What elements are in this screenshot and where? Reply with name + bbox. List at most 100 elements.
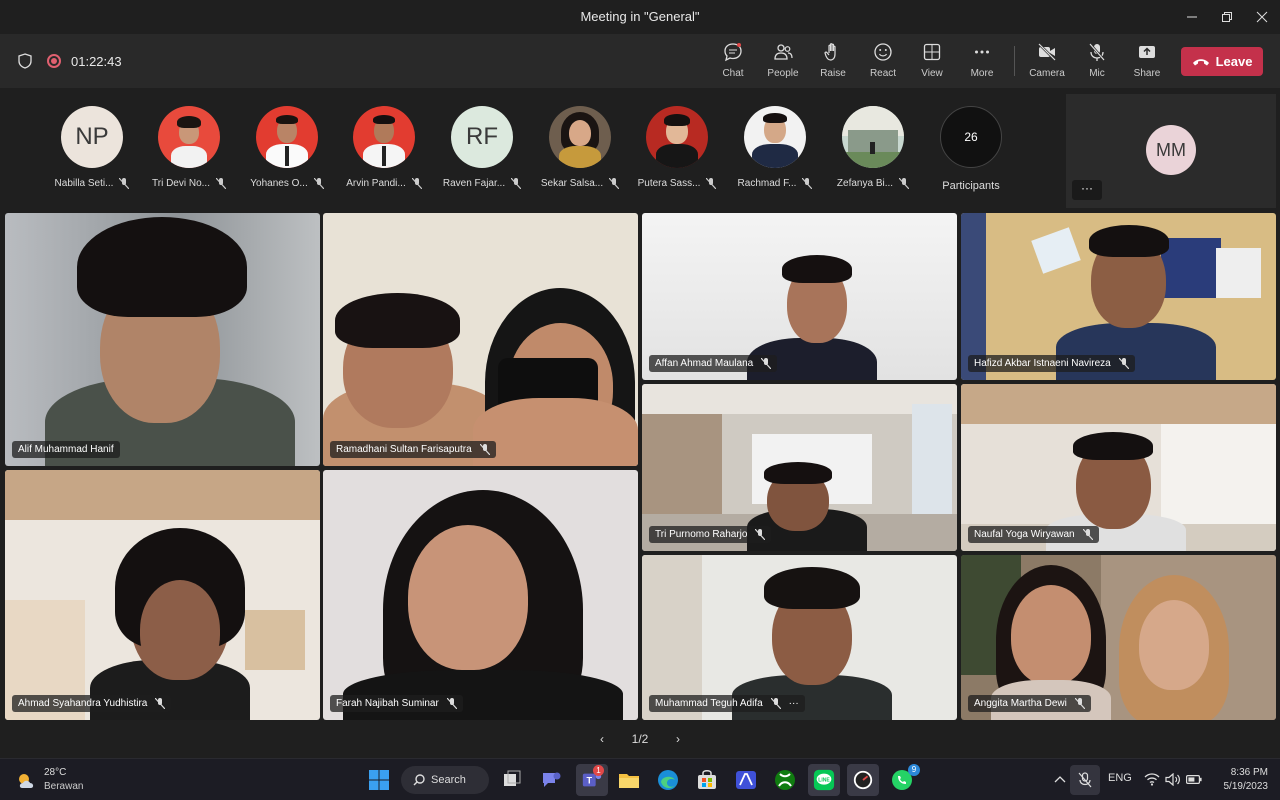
camera-button[interactable]: Camera (1020, 42, 1074, 84)
maximize-button[interactable] (1210, 5, 1244, 29)
leave-button[interactable]: Leave (1181, 47, 1263, 76)
avatar (353, 106, 415, 168)
task-view-icon[interactable] (500, 768, 524, 792)
people-button[interactable]: People (756, 42, 810, 84)
participant-avatar-item[interactable]: Yohanes O... (241, 106, 333, 189)
mic-tray-button[interactable] (1070, 765, 1100, 795)
clock-app-taskbar-button[interactable] (847, 764, 879, 796)
meeting-timer: 01:22:43 (71, 54, 122, 69)
edge-browser-icon[interactable] (656, 768, 680, 792)
chat-button[interactable]: Chat (706, 42, 760, 84)
mic-off-icon (511, 178, 522, 189)
participant-name: Muhammad Teguh Adifa (655, 698, 763, 709)
video-tile[interactable]: Hafizd Akbar Istnaeni Navireza (961, 213, 1276, 380)
mic-off-icon (1082, 529, 1093, 540)
camera-off-icon (1038, 43, 1056, 61)
participant-avatar-item[interactable]: RF Raven Fajar... (436, 106, 528, 189)
mic-off-icon (119, 178, 130, 189)
editor-app-icon[interactable] (734, 768, 758, 792)
mic-off-icon (802, 178, 813, 189)
next-page-button[interactable]: › (676, 732, 680, 746)
self-view: MM ··· (1066, 94, 1276, 208)
chat-label: Chat (722, 68, 744, 79)
minimize-button[interactable] (1175, 5, 1209, 29)
mic-off-icon (609, 178, 620, 189)
prev-page-button[interactable]: ‹ (600, 732, 604, 746)
participant-avatar-item[interactable]: Tri Devi No... (143, 106, 235, 189)
mic-button[interactable]: Mic (1070, 42, 1124, 84)
participant-avatar-item[interactable]: Rachmad F... (729, 106, 821, 189)
hand-icon (824, 43, 836, 61)
minimize-icon (1187, 16, 1197, 18)
smiley-icon (874, 43, 892, 61)
video-tile[interactable]: Tri Purnomo Raharjo (642, 384, 957, 551)
more-button[interactable]: More (955, 42, 1009, 84)
mic-off-icon (1074, 698, 1085, 709)
xbox-icon[interactable] (773, 768, 797, 792)
react-button[interactable]: React (856, 42, 910, 84)
participant-count: 26 (964, 130, 978, 144)
system-clock[interactable]: 8:36 PM 5/19/2023 (1212, 766, 1269, 794)
participant-avatar-item[interactable]: Sekar Salsa... (534, 106, 626, 189)
windows-start-icon[interactable] (367, 768, 391, 792)
view-button[interactable]: View (905, 42, 959, 84)
weather-widget[interactable]: 28°C Berawan (16, 767, 96, 795)
video-tile[interactable]: Farah Najibah Suminar (323, 470, 638, 720)
participant-name: Sekar Salsa... (540, 178, 604, 189)
participant-name: Tri Purnomo Raharjo (655, 529, 748, 540)
more-options-icon[interactable]: ··· (789, 698, 799, 709)
mic-off-icon (446, 698, 457, 709)
avatar: NP (61, 106, 123, 168)
participant-avatar-item[interactable]: Putera Sass... (631, 106, 723, 189)
teams-taskbar-button[interactable]: T 1 (576, 764, 608, 796)
store-icon[interactable] (695, 768, 719, 792)
avatar (158, 106, 220, 168)
video-tile[interactable]: Naufal Yoga Wiryawan (961, 384, 1276, 551)
participant-name-label: Anggita Martha Dewi (968, 695, 1091, 712)
video-tile[interactable]: Anggita Martha Dewi (961, 555, 1276, 720)
participant-avatar-item[interactable]: Zefanya Bi... (827, 106, 919, 189)
participant-avatar-item[interactable]: NP Nabilla Seti... (46, 106, 138, 189)
participant-avatar-item[interactable]: Arvin Pandi... (338, 106, 430, 189)
weather-temp: 28°C (44, 767, 67, 778)
participant-name: Arvin Pandi... (346, 178, 406, 189)
video-tile[interactable]: Muhammad Teguh Adifa ··· (642, 555, 957, 720)
clock-app-icon (853, 770, 873, 790)
mic-off-icon (899, 178, 910, 189)
chat-icon (724, 43, 742, 62)
avatar (549, 106, 611, 168)
participant-name: Farah Najibah Suminar (336, 698, 439, 709)
battery-icon[interactable] (1186, 774, 1202, 785)
close-window-button[interactable] (1245, 5, 1279, 29)
avatar-initials: RF (466, 123, 498, 150)
video-tile[interactable]: Ahmad Syahandra Yudhistira (5, 470, 320, 720)
share-button[interactable]: Share (1120, 42, 1174, 84)
video-tile[interactable]: Affan Ahmad Maulana (642, 213, 957, 380)
mic-off-icon (411, 178, 422, 189)
participant-name-label: Alif Muhammad Hanif (12, 441, 120, 458)
line-taskbar-button[interactable]: LINE (808, 764, 840, 796)
wifi-icon[interactable] (1144, 773, 1160, 786)
language-indicator[interactable]: ENG (1108, 772, 1132, 784)
mic-off-icon (755, 529, 766, 540)
mic-off-icon (706, 178, 717, 189)
chat-app-icon[interactable] (539, 768, 563, 792)
video-tile[interactable]: Alif Muhammad Hanif (5, 213, 320, 466)
raise-hand-button[interactable]: Raise (806, 42, 860, 84)
participant-count-button[interactable]: 26 (940, 106, 1002, 168)
mic-muted-icon (1078, 772, 1092, 788)
more-label: More (970, 68, 994, 79)
self-view-more-button[interactable]: ··· (1072, 180, 1102, 200)
volume-icon[interactable] (1165, 773, 1181, 786)
people-icon (774, 44, 793, 60)
taskbar-search[interactable]: Search (401, 766, 489, 794)
line-app-icon: LINE (813, 769, 835, 791)
chevron-up-icon[interactable] (1054, 775, 1066, 783)
mic-off-icon (313, 178, 324, 189)
whatsapp-taskbar-button[interactable]: 9 (890, 764, 920, 792)
toolbar-divider (1014, 46, 1015, 76)
file-explorer-icon[interactable] (617, 768, 641, 792)
participant-name-label: Muhammad Teguh Adifa ··· (649, 695, 805, 712)
participant-name: Alif Muhammad Hanif (18, 444, 114, 455)
video-tile[interactable]: Ramadhani Sultan Farisaputra (323, 213, 638, 466)
